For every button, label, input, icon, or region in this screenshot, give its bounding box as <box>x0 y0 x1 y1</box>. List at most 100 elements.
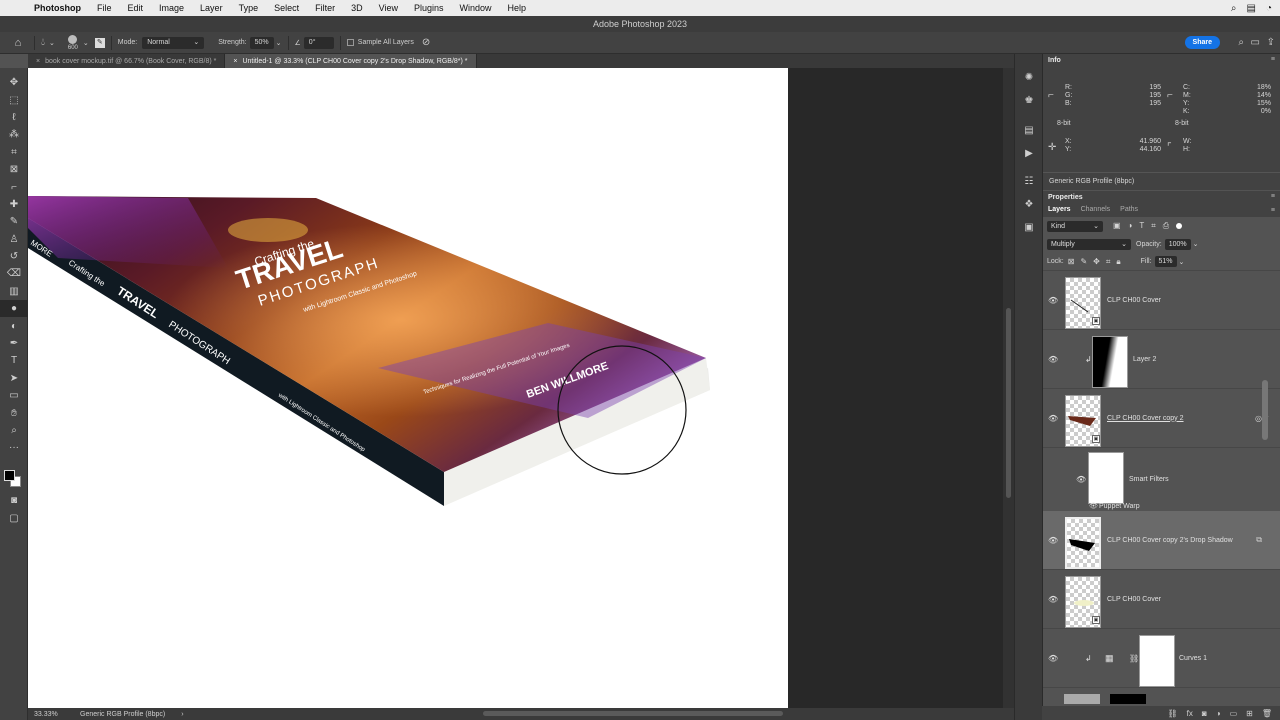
menu-3d[interactable]: 3D <box>343 3 371 13</box>
visibility-eye-icon[interactable]: 👁︎ <box>1076 475 1086 484</box>
layer-style-icon[interactable]: fx <box>1187 709 1193 718</box>
rectangle-tool-icon[interactable]: ▭ <box>0 387 28 404</box>
chevron-down-icon[interactable]: ⌄ <box>276 39 282 47</box>
adjustment-layer-icon[interactable]: ◑ <box>1216 709 1221 718</box>
eyedropper-tool-icon[interactable]: ⌐ <box>0 178 28 195</box>
tab-paths[interactable]: Paths <box>1115 203 1143 217</box>
link-layers-icon[interactable]: ⛓︎ <box>1168 709 1178 718</box>
link-icon[interactable]: ⧉ <box>1256 535 1262 545</box>
tab-layers[interactable]: Layers <box>1043 203 1076 217</box>
info-panel-icon[interactable]: ▤ <box>1015 121 1043 139</box>
color-swatches[interactable] <box>4 470 24 490</box>
panel-menu-icon[interactable]: ≡ <box>1271 207 1275 214</box>
healing-brush-tool-icon[interactable]: ✚ <box>0 196 28 213</box>
libraries-icon[interactable]: ♚ <box>1015 91 1043 109</box>
strength-input[interactable]: 50% <box>249 36 274 49</box>
new-group-icon[interactable]: ▭ <box>1230 709 1238 718</box>
filter-toggle-icon[interactable] <box>1176 223 1183 229</box>
layers-scrollbar[interactable] <box>1262 380 1268 440</box>
workspace-icon[interactable]: ▭ <box>1251 37 1260 48</box>
eraser-tool-icon[interactable]: ⌫ <box>0 265 28 282</box>
layer-name[interactable]: CLP CH00 Cover <box>1107 297 1161 304</box>
layer-name[interactable]: CLP CH00 Cover <box>1107 596 1161 603</box>
layer-name[interactable]: CLP CH00 Cover copy 2 <box>1107 415 1184 422</box>
smart-filter-badge-icon[interactable]: ◎ <box>1255 414 1262 423</box>
layer-row[interactable]: 👁︎ ▣ CLP CH00 Cover <box>1043 570 1280 629</box>
dodge-tool-icon[interactable]: ◐ <box>0 317 28 334</box>
blend-mode-select[interactable]: Multiply ⌄ <box>1047 238 1131 250</box>
actions-icon[interactable]: ▶ <box>1015 144 1043 162</box>
menu-window[interactable]: Window <box>452 3 500 13</box>
new-layer-icon[interactable]: ⊞ <box>1246 709 1253 718</box>
tab-untitled-1[interactable]: × Untitled-1 @ 33.3% (CLP CH00 Cover cop… <box>225 54 477 68</box>
menu-app[interactable]: Photoshop <box>34 3 89 13</box>
angle-input[interactable]: 0° <box>303 36 334 49</box>
brush-tool-icon[interactable]: ✎ <box>0 213 28 230</box>
menu-image[interactable]: Image <box>151 3 192 13</box>
home-icon[interactable]: ⌂ <box>8 37 28 49</box>
chevron-right-icon[interactable]: › <box>181 711 183 718</box>
path-selection-tool-icon[interactable]: ➤ <box>0 370 28 387</box>
visibility-eye-icon[interactable]: 👁︎ <box>1048 296 1058 305</box>
channels-icon[interactable]: ❖ <box>1015 195 1043 213</box>
crop-tool-icon[interactable]: ⌗ <box>0 144 28 161</box>
brush-settings-icon[interactable]: ✎ <box>94 37 105 48</box>
frame-tool-icon[interactable]: ⊠ <box>0 161 28 178</box>
blur-tool-preset-icon[interactable]: 💧︎ <box>41 37 45 48</box>
history-brush-tool-icon[interactable]: ↺ <box>0 248 28 265</box>
scroll-thumb[interactable] <box>1006 308 1011 498</box>
layer-name[interactable]: CLP CH00 Cover copy 2's Drop Shadow <box>1107 537 1233 544</box>
share-button[interactable]: Share <box>1184 36 1220 49</box>
canvas-vertical-scrollbar[interactable] <box>1003 68 1014 708</box>
close-icon[interactable]: × <box>36 58 40 65</box>
menu-view[interactable]: View <box>371 3 406 13</box>
info-panel-title[interactable]: Info <box>1048 57 1061 64</box>
layer-name[interactable]: Curves 1 <box>1179 655 1207 662</box>
marquee-tool-icon[interactable]: ⬚ <box>0 91 28 108</box>
add-mask-icon[interactable]: ◙ <box>1202 709 1207 718</box>
search-icon[interactable]: ⌕ <box>1238 37 1244 48</box>
mode-select[interactable]: Normal ⌄ <box>142 36 205 49</box>
hand-tool-icon[interactable]: ✋︎ <box>0 404 28 421</box>
smart-filters-row[interactable]: 👁︎ Smart Filters 👁︎ Puppet Warp <box>1043 448 1280 511</box>
layer-row[interactable]: 👁︎ ▣ CLP CH00 Cover <box>1043 271 1280 330</box>
blur-tool-icon[interactable]: ● <box>0 300 28 318</box>
visibility-eye-icon[interactable]: 👁︎ <box>1048 355 1058 364</box>
document-canvas[interactable]: Crafting the TRAVEL PHOTOGRAPH with Ligh… <box>28 68 788 708</box>
panel-menu-icon[interactable]: ≡ <box>1271 193 1275 200</box>
tab-book-cover-mockup[interactable]: × book cover mockup.tif @ 66.7% (Book Co… <box>28 54 226 68</box>
zoom-tool-icon[interactable]: ⌕ <box>0 422 28 439</box>
menu-file[interactable]: File <box>89 3 120 13</box>
close-icon[interactable]: × <box>233 58 237 65</box>
pen-tool-icon[interactable]: ✒ <box>0 335 28 352</box>
adjustments-icon[interactable]: ✺ <box>1015 68 1043 86</box>
chevron-down-icon[interactable]: ⌄ <box>49 39 55 47</box>
sample-all-checkbox[interactable] <box>346 39 354 46</box>
menu-layer[interactable]: Layer <box>192 3 231 13</box>
share-upload-icon[interactable]: ⇪ <box>1267 37 1275 48</box>
smart-filters-name[interactable]: Smart Filters <box>1129 476 1169 483</box>
chevron-down-icon[interactable]: ⌄ <box>83 39 89 47</box>
properties-icon[interactable]: ☷ <box>1015 172 1043 190</box>
tab-channels[interactable]: Channels <box>1076 203 1116 217</box>
opacity-input[interactable]: 100% <box>1164 238 1191 250</box>
layer-name[interactable]: Layer 2 <box>1133 356 1156 363</box>
canvas-horizontal-scrollbar[interactable] <box>483 711 783 716</box>
layer-row[interactable]: 👁︎ ▣ CLP CH00 Cover copy 2 ◎ ⌃ <box>1043 389 1280 448</box>
menu-select[interactable]: Select <box>266 3 307 13</box>
move-tool-icon[interactable]: ✥ <box>0 74 28 91</box>
siri-icon[interactable]: ◔ <box>1266 3 1272 14</box>
brush-preset-picker[interactable]: 600 <box>63 33 83 53</box>
trash-icon[interactable]: 🗑︎ <box>1262 709 1272 718</box>
type-tool-icon[interactable]: T <box>0 352 28 369</box>
menu-filter[interactable]: Filter <box>307 3 343 13</box>
menu-type[interactable]: Type <box>231 3 267 13</box>
menu-help[interactable]: Help <box>500 3 535 13</box>
visibility-eye-icon[interactable]: 👁︎ <box>1089 502 1098 510</box>
object-selection-tool-icon[interactable]: ⁂ <box>0 126 28 143</box>
filter-type-icons[interactable]: ▣◑T⌗⎙ <box>1113 221 1176 231</box>
chevron-down-icon[interactable]: ⌄ <box>1179 258 1185 266</box>
menu-edit[interactable]: Edit <box>120 3 152 13</box>
visibility-eye-icon[interactable]: 👁︎ <box>1048 536 1058 545</box>
lasso-tool-icon[interactable]: ℓ <box>0 109 28 126</box>
